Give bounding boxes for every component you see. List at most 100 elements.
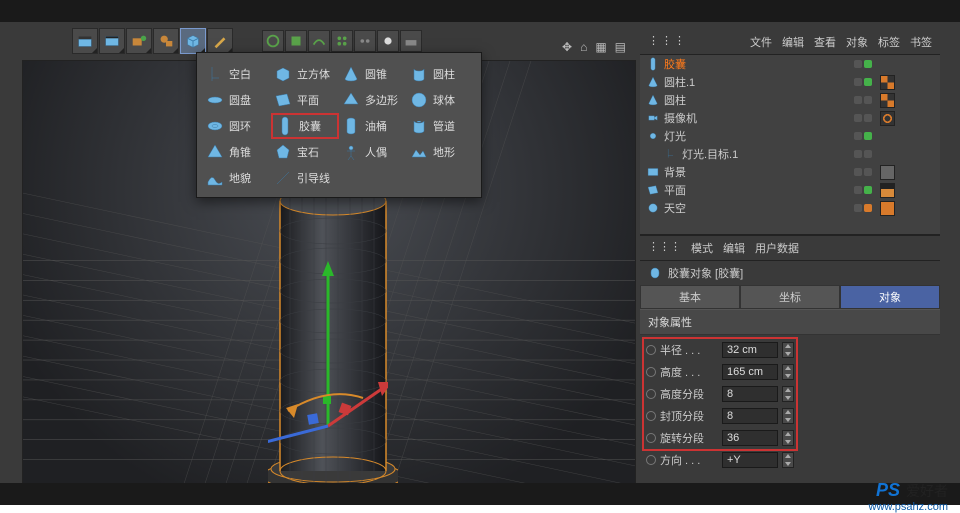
hierarchy-row[interactable]: 圆柱.1 — [640, 73, 940, 91]
attr-menu-edit[interactable]: 编辑 — [723, 240, 745, 256]
hierarchy-row[interactable]: 天空 — [640, 199, 940, 217]
primitive-null[interactable]: 空白 — [203, 61, 271, 87]
tab-coord[interactable]: 坐标 — [740, 285, 840, 309]
clapper-icon[interactable] — [72, 28, 98, 54]
hierarchy-row[interactable]: 圆柱 — [640, 91, 940, 109]
add-key-icon[interactable] — [126, 28, 152, 54]
primitive-polygon[interactable]: 多边形 — [339, 87, 407, 113]
visibility-dots[interactable] — [816, 204, 872, 212]
param-value[interactable]: +Y — [722, 452, 778, 468]
deformer-icon[interactable] — [308, 30, 330, 52]
obj-menu-file[interactable]: 文件 — [750, 34, 772, 50]
attr-menu-userdata[interactable]: 用户数据 — [755, 240, 799, 256]
param-value[interactable]: 32 cm — [722, 342, 778, 358]
hierarchy-row[interactable]: 胶囊 — [640, 55, 940, 73]
obj-menu-view[interactable]: 查看 — [814, 34, 836, 50]
spline-icon[interactable] — [262, 30, 284, 52]
film-icon[interactable] — [99, 28, 125, 54]
hierarchy-row[interactable]: 摄像机 — [640, 109, 940, 127]
param-value[interactable]: 8 — [722, 408, 778, 424]
attr-menu-mode[interactable]: 模式 — [691, 240, 713, 256]
param-spinner[interactable] — [782, 342, 794, 358]
primitive-sphere[interactable]: 球体 — [407, 87, 475, 113]
hierarchy-row[interactable]: 背景 — [640, 163, 940, 181]
grid-icon[interactable]: ▦ — [595, 40, 606, 54]
visibility-dots[interactable] — [816, 186, 872, 194]
array-icon[interactable] — [331, 30, 353, 52]
transform-gizmo[interactable] — [268, 256, 388, 466]
object-hierarchy[interactable]: 胶囊圆柱.1 圆柱摄像机灯光灯光.目标.1 背景平面天空 — [640, 55, 940, 235]
primitive-figure[interactable]: 人偶 — [339, 139, 407, 165]
primitive-capsule[interactable]: 胶囊 — [271, 113, 339, 139]
tags-cell[interactable] — [880, 111, 940, 126]
scene-icon[interactable] — [400, 30, 422, 52]
primitive-platonic[interactable]: 宝石 — [271, 139, 339, 165]
primitive-cube[interactable]: 立方体 — [271, 61, 339, 87]
tab-object[interactable]: 对象 — [840, 285, 940, 309]
pen-icon[interactable] — [207, 28, 233, 54]
dropdown-icon[interactable] — [782, 452, 794, 468]
hierarchy-row[interactable]: 灯光 — [640, 127, 940, 145]
hierarchy-name[interactable]: 灯光 — [664, 128, 812, 144]
primitive-cone[interactable]: 圆锥 — [339, 61, 407, 87]
camera-icon[interactable] — [354, 30, 376, 52]
visibility-dots[interactable] — [816, 132, 872, 140]
obj-menu-tags[interactable]: 标签 — [878, 34, 900, 50]
hierarchy-name[interactable]: 摄像机 — [664, 110, 812, 126]
nurbs-icon[interactable] — [285, 30, 307, 52]
param-spinner[interactable] — [782, 386, 794, 402]
primitive-tube[interactable]: 管道 — [407, 113, 475, 139]
tags-cell[interactable] — [880, 183, 940, 198]
primitive-cylinder[interactable]: 圆柱 — [407, 61, 475, 87]
param-spinner[interactable] — [782, 408, 794, 424]
primitive-pyramid[interactable]: 角锥 — [203, 139, 271, 165]
hierarchy-row[interactable]: 灯光.目标.1 — [640, 145, 940, 163]
hierarchy-name[interactable]: 圆柱.1 — [664, 74, 812, 90]
param-value[interactable]: 165 cm — [722, 364, 778, 380]
param-spinner[interactable] — [782, 430, 794, 446]
visibility-dots[interactable] — [816, 96, 872, 104]
visibility-dots[interactable] — [816, 78, 872, 86]
obj-menu-edit[interactable]: 编辑 — [782, 34, 804, 50]
param-bullet — [646, 389, 656, 399]
move-icon[interactable]: ✥ — [562, 40, 572, 54]
hierarchy-name[interactable]: 胶囊 — [664, 56, 812, 72]
visibility-dots[interactable] — [816, 168, 872, 176]
primitive-label: 多边形 — [365, 92, 398, 108]
tags-cell[interactable] — [880, 93, 940, 108]
visibility-dots[interactable] — [816, 60, 872, 68]
cube-primitive-icon[interactable] — [180, 28, 206, 54]
home-icon[interactable]: ⌂ — [580, 40, 587, 54]
primitive-oiltank[interactable]: 油桶 — [339, 113, 407, 139]
menu-dots[interactable]: ⋮⋮⋮ — [648, 240, 681, 256]
gear-film-icon[interactable] — [153, 28, 179, 54]
menu-dots[interactable]: ⋮⋮⋮ — [648, 34, 687, 50]
visibility-dots[interactable] — [816, 114, 872, 122]
param-spinner[interactable] — [782, 364, 794, 380]
views-icon[interactable]: ▤ — [615, 40, 626, 54]
primitive-torus[interactable]: 圆环 — [203, 113, 271, 139]
primitive-label: 角锥 — [229, 144, 251, 160]
hierarchy-name[interactable]: 天空 — [664, 200, 812, 216]
primitive-plane[interactable]: 平面 — [271, 87, 339, 113]
tags-cell[interactable] — [880, 165, 940, 180]
primitive-landscape[interactable]: 地形 — [407, 139, 475, 165]
primitive-disc[interactable]: 圆盘 — [203, 87, 271, 113]
visibility-dots[interactable] — [816, 150, 872, 158]
light-icon[interactable] — [377, 30, 399, 52]
param-value[interactable]: 8 — [722, 386, 778, 402]
hierarchy-name[interactable]: 灯光.目标.1 — [682, 146, 812, 162]
obj-menu-objects[interactable]: 对象 — [846, 34, 868, 50]
primitive-guide[interactable]: 引导线 — [271, 165, 339, 191]
param-value[interactable]: 36 — [722, 430, 778, 446]
primitive-label: 圆环 — [229, 118, 251, 134]
hierarchy-name[interactable]: 平面 — [664, 182, 812, 198]
tab-basic[interactable]: 基本 — [640, 285, 740, 309]
obj-menu-bookmarks[interactable]: 书签 — [910, 34, 932, 50]
tags-cell[interactable] — [880, 75, 940, 90]
tags-cell[interactable] — [880, 201, 940, 216]
hierarchy-name[interactable]: 圆柱 — [664, 92, 812, 108]
hierarchy-name[interactable]: 背景 — [664, 164, 812, 180]
hierarchy-row[interactable]: 平面 — [640, 181, 940, 199]
primitive-relief[interactable]: 地貌 — [203, 165, 271, 191]
